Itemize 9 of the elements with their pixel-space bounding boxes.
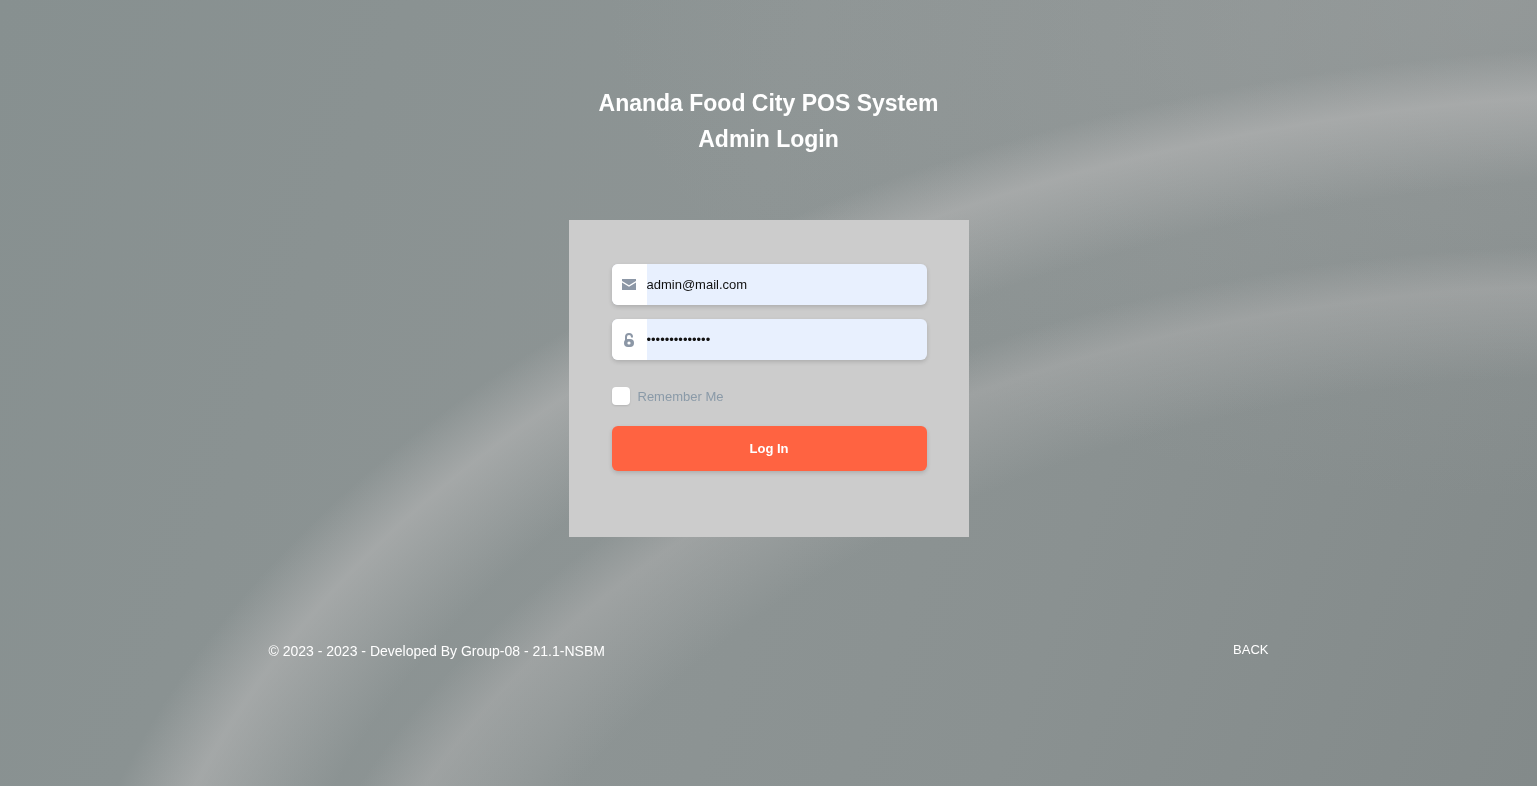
email-field[interactable]: admin@mail.com <box>611 264 927 305</box>
remember-me-label: Remember Me <box>637 388 724 404</box>
lock-icon <box>624 332 634 347</box>
envelope-icon <box>622 279 636 290</box>
password-field[interactable]: •••••••••••••• <box>611 319 927 360</box>
page-heading: Admin Login <box>698 125 839 154</box>
app-title: Ananda Food City POS System <box>598 89 939 118</box>
copyright-text: © 2023 - 2023 - Developed By Group-08 - 21.1-NSBM <box>268 643 605 659</box>
remember-checkbox[interactable] <box>611 387 630 405</box>
